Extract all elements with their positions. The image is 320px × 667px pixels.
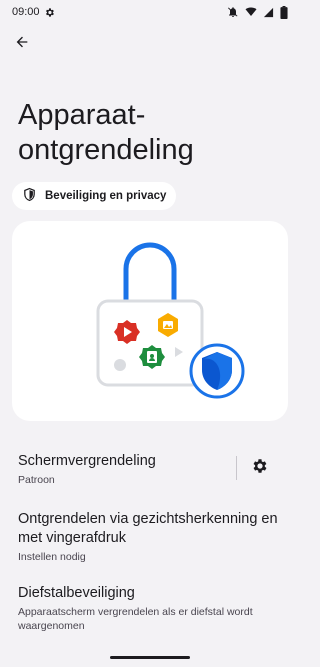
gear-icon bbox=[44, 7, 55, 18]
settings-gear-icon bbox=[251, 457, 269, 480]
back-arrow-icon bbox=[14, 34, 30, 55]
battery-icon bbox=[280, 5, 288, 19]
screen-lock-title: Schermvergrendeling bbox=[18, 453, 156, 469]
status-bar: 09:00 bbox=[0, 0, 300, 24]
illustration-card bbox=[12, 221, 288, 421]
vertical-divider bbox=[236, 456, 237, 480]
status-left: 09:00 bbox=[12, 6, 55, 18]
shield-icon bbox=[22, 187, 37, 205]
face-fingerprint-subtitle: Instellen nodig bbox=[18, 551, 86, 563]
signal-icon bbox=[263, 7, 274, 18]
status-time: 09:00 bbox=[12, 6, 40, 18]
theft-protection-subtitle: Apparaatscherm vergrendelen als er diefs… bbox=[18, 606, 253, 632]
gesture-nav-handle[interactable] bbox=[110, 656, 190, 659]
chip-label: Beveiliging en privacy bbox=[45, 190, 167, 202]
page-title: Apparaat-ontgrendeling bbox=[18, 99, 194, 166]
padlock-illustration bbox=[96, 242, 245, 399]
screen-lock-text: Schermvergrendeling Patroon bbox=[18, 452, 218, 487]
back-button[interactable] bbox=[8, 30, 36, 58]
face-fingerprint-title: Ontgrendelen via gezichtsherkenning en m… bbox=[18, 511, 278, 546]
security-privacy-chip[interactable]: Beveiliging en privacy bbox=[12, 182, 177, 210]
theft-protection-title: Diefstalbeveiliging bbox=[18, 585, 135, 601]
mute-icon bbox=[227, 6, 239, 18]
status-right bbox=[227, 5, 288, 19]
screen-lock-subtitle: Patroon bbox=[18, 474, 55, 486]
list-item-face-fingerprint[interactable]: Ontgrendelen via gezichtsherkenning en m… bbox=[0, 510, 300, 564]
screen-lock-settings-button[interactable] bbox=[248, 456, 272, 480]
wifi-icon bbox=[245, 6, 257, 18]
list-item-theft-protection[interactable]: Diefstalbeveiliging Apparaatscherm vergr… bbox=[0, 584, 300, 633]
